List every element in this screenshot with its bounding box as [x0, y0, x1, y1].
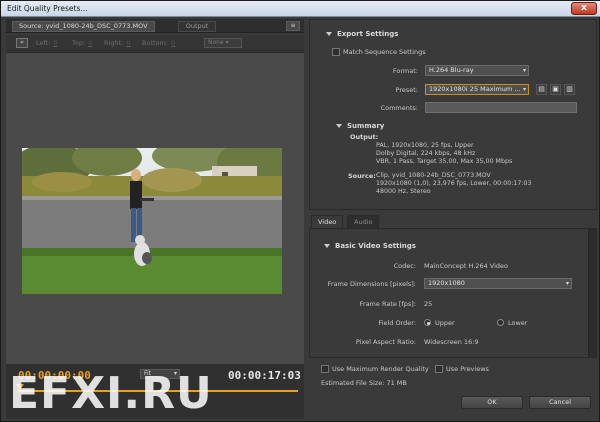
summary-source-label: Source: — [348, 172, 376, 180]
crop-toolbar: ⌗ Left: 0 Top: 0 Right: 0 Bottom: 0 None ▾ — [6, 35, 304, 51]
comments-label: Comments: — [380, 104, 418, 112]
source-tab-bar: Source: yvid_1080-24b_DSC_0773.MOV Outpu… — [6, 19, 304, 33]
match-sequence-checkbox[interactable] — [332, 48, 340, 56]
field-order-upper-radio[interactable] — [424, 319, 431, 326]
basic-video-settings-heading[interactable]: Basic Video Settings — [324, 242, 416, 250]
crop-top: Top: 0 — [72, 39, 93, 47]
frame-dimensions-select[interactable]: 1920x1080 ▾ — [424, 278, 572, 289]
tab-video[interactable]: Video — [311, 215, 344, 228]
export-settings-heading[interactable]: Export Settings — [326, 30, 398, 38]
watermark: EFXI.RU — [9, 368, 213, 419]
crop-icon[interactable]: ⌗ — [16, 38, 28, 48]
frame-rate-label: Frame Rate [fps]: — [359, 300, 416, 308]
use-previews-label: Use Previews — [446, 365, 489, 373]
estimated-file-size: Estimated File Size: 71 MB — [321, 379, 407, 387]
field-order-upper-label: Upper — [435, 319, 455, 327]
summary-heading[interactable]: Summary — [336, 122, 384, 130]
format-select[interactable]: H.264 Blu-ray ▾ — [425, 65, 529, 76]
max-render-quality-checkbox[interactable] — [321, 365, 329, 373]
video-preview-image — [22, 148, 282, 294]
ok-button[interactable]: OK — [461, 396, 523, 409]
tab-audio[interactable]: Audio — [347, 215, 380, 228]
frame-dimensions-label: Frame Dimensions [pixels]: — [327, 280, 416, 288]
expand-triangle-icon — [324, 244, 330, 248]
import-preset-icon[interactable]: ▣ — [550, 84, 561, 95]
dialog-footer: Use Maximum Render Quality Use Previews … — [309, 358, 597, 419]
edit-quality-presets-dialog: Edit Quality Presets... x Source: yvid_1… — [0, 0, 600, 422]
codec-label: Codec: — [393, 262, 416, 270]
tab-output[interactable]: Output — [178, 21, 216, 32]
crop-bottom-value[interactable]: 0 — [171, 39, 175, 47]
summary-output-text: PAL, 1920x1080, 25 fps, Upper Dolby Digi… — [376, 142, 513, 166]
crop-bottom: Bottom: 0 — [142, 39, 176, 47]
window-title: Edit Quality Presets... — [7, 4, 88, 13]
duration-timecode: 00:00:17:03 — [228, 369, 301, 382]
crop-left-value[interactable]: 0 — [53, 39, 57, 47]
expand-triangle-icon — [326, 32, 332, 36]
use-previews-checkbox[interactable] — [435, 365, 443, 373]
summary-source-text: Clip, yvid_1080-24b_DSC_0773.MOV 1920x10… — [376, 172, 532, 196]
settings-panel: Export Settings Match Sequence Settings … — [309, 19, 597, 419]
source-panel: Source: yvid_1080-24b_DSC_0773.MOV Outpu… — [6, 19, 304, 419]
pixel-aspect-ratio-label: Pixel Aspect Ratio: — [355, 338, 416, 346]
max-render-quality-label: Use Maximum Render Quality — [332, 365, 429, 373]
codec-value: MainConcept H.264 Video — [424, 262, 508, 270]
export-settings-box: Export Settings Match Sequence Settings … — [309, 19, 597, 210]
cancel-button[interactable]: Cancel — [529, 396, 591, 409]
field-order-lower-label: Lower — [508, 319, 528, 327]
crop-left: Left: 0 — [36, 39, 58, 47]
crop-right: Right: 0 — [104, 39, 131, 47]
preset-select[interactable]: 1920x1080i 25 Maximum ... ▾ — [425, 84, 529, 95]
settings-scrollbar[interactable] — [588, 229, 596, 357]
panel-menu-icon[interactable]: ≡ — [286, 21, 300, 31]
pixel-aspect-ratio-value: Widescreen 16:9 — [424, 338, 479, 346]
crop-ratio-select[interactable]: None ▾ — [204, 38, 242, 48]
delete-preset-icon[interactable]: ▥ — [564, 84, 575, 95]
comments-input[interactable] — [425, 102, 577, 113]
save-preset-icon[interactable]: ▤ — [536, 84, 547, 95]
crop-right-value[interactable]: 0 — [126, 39, 130, 47]
frame-rate-value[interactable]: 25 — [424, 300, 432, 308]
preset-label: Preset: — [395, 86, 418, 94]
summary-output-label: Output: — [350, 133, 379, 141]
settings-tabs: Video Audio — [309, 215, 597, 228]
video-settings-box: Basic Video Settings Codec: MainConcept … — [309, 228, 597, 358]
field-order-label: Field Order: — [378, 319, 416, 327]
title-bar[interactable]: Edit Quality Presets... x — [1, 1, 600, 17]
field-order-lower-radio[interactable] — [497, 319, 504, 326]
preview-area — [6, 52, 304, 364]
close-button[interactable]: x — [571, 2, 597, 15]
match-sequence-label: Match Sequence Settings — [343, 48, 426, 56]
expand-triangle-icon — [336, 124, 342, 128]
format-label: Format: — [392, 67, 418, 75]
video-preview-frame — [22, 148, 282, 294]
tab-source[interactable]: Source: yvid_1080-24b_DSC_0773.MOV — [12, 21, 155, 32]
crop-top-value[interactable]: 0 — [88, 39, 92, 47]
